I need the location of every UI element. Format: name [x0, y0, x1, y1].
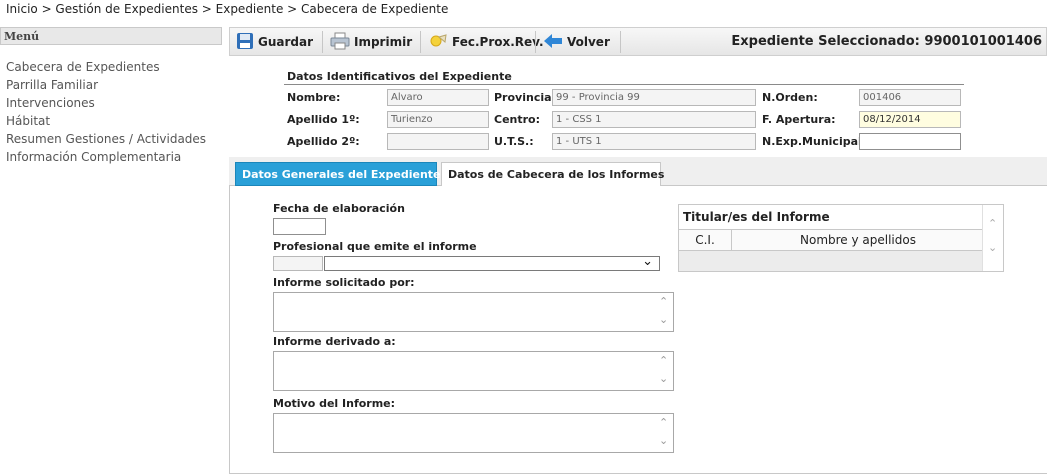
nexp-field[interactable] — [859, 133, 961, 150]
menu-item-habitat[interactable]: Hábitat — [6, 112, 206, 130]
menu-title: Menú — [0, 27, 222, 45]
scroll-down-icon[interactable]: ⌄ — [659, 373, 669, 384]
toolbar-divider — [620, 31, 621, 53]
apellido2-field[interactable] — [387, 133, 489, 150]
fapertura-label: F. Apertura: — [762, 113, 836, 126]
derivado-textarea[interactable]: ⌃ ⌄ — [273, 351, 674, 391]
titulares-title: Titular/es del Informe — [683, 210, 830, 224]
uts-label: U.T.S.: — [494, 135, 534, 148]
fecha-field[interactable] — [273, 218, 326, 235]
scroll-up-icon[interactable]: ⌃ — [988, 217, 997, 230]
centro-field[interactable]: 1 - CSS 1 — [552, 111, 756, 128]
provincia-field[interactable]: 99 - Provincia 99 — [552, 89, 756, 106]
toolbar-divider — [322, 31, 323, 53]
motivo-textarea[interactable]: ⌃ ⌄ — [273, 413, 674, 453]
toolbar: Guardar Imprimir Fec.Prox.Rev. Volver Ex… — [229, 27, 1047, 56]
titulares-header: C.I. Nombre y apellidos — [679, 229, 984, 251]
scroll-down-icon[interactable]: ⌄ — [659, 435, 669, 446]
scroll-up-icon[interactable]: ⌃ — [659, 355, 669, 366]
nombre-field[interactable]: Alvaro — [387, 89, 489, 106]
scroll-up-icon[interactable]: ⌃ — [659, 417, 669, 428]
toolbar-divider — [535, 31, 536, 53]
back-label: Volver — [567, 35, 610, 49]
fapertura-field[interactable]: 08/12/2014 — [859, 111, 961, 128]
menu-list: Cabecera de Expedientes Parrilla Familia… — [6, 58, 206, 166]
profesional-code-field[interactable] — [273, 256, 323, 271]
section-title: Datos Identificativos del Expediente — [287, 70, 512, 83]
sidebar-menu: Menú Cabecera de Expedientes Parrilla Fa… — [0, 27, 224, 474]
breadcrumb: Inicio > Gestión de Expedientes > Expedi… — [6, 2, 449, 16]
menu-item-resumen[interactable]: Resumen Gestiones / Actividades — [6, 130, 206, 148]
derivado-label: Informe derivado a: — [273, 335, 396, 348]
profesional-label: Profesional que emite el informe — [273, 240, 477, 253]
uts-field[interactable]: 1 - UTS 1 — [552, 133, 756, 150]
column-header-nombre[interactable]: Nombre y apellidos — [732, 230, 984, 250]
save-button[interactable]: Guardar — [236, 32, 313, 52]
next-review-button[interactable]: Fec.Prox.Rev. — [428, 32, 544, 52]
back-arrow-icon — [543, 33, 563, 52]
next-review-label: Fec.Prox.Rev. — [452, 35, 544, 49]
apellido1-label: Apellido 1º: — [287, 113, 360, 126]
centro-label: Centro: — [494, 113, 541, 126]
solicitado-label: Informe solicitado por: — [273, 276, 415, 289]
scroll-down-icon[interactable]: ⌄ — [988, 241, 997, 254]
scroll-down-icon[interactable]: ⌄ — [659, 314, 669, 325]
nexp-label: N.Exp.Municipal: — [762, 135, 867, 148]
menu-item-informacion[interactable]: Información Complementaria — [6, 148, 206, 166]
back-button[interactable]: Volver — [543, 32, 610, 52]
menu-item-intervenciones[interactable]: Intervenciones — [6, 94, 206, 112]
chevron-down-icon: ⌄ — [642, 254, 653, 269]
menu-item-cabecera[interactable]: Cabecera de Expedientes — [6, 58, 206, 76]
titulares-body — [679, 251, 984, 271]
fecha-label: Fecha de elaboración — [273, 202, 405, 215]
tab-datos-generales[interactable]: Datos Generales del Expediente — [235, 162, 441, 186]
column-header-ci[interactable]: C.I. — [679, 230, 732, 250]
floppy-disk-icon — [236, 32, 254, 53]
scroll-up-icon[interactable]: ⌃ — [659, 296, 669, 307]
menu-item-parrilla[interactable]: Parrilla Familiar — [6, 76, 206, 94]
print-label: Imprimir — [354, 35, 413, 49]
titulares-scrollbar[interactable]: ⌃ ⌄ — [982, 205, 1003, 271]
motivo-label: Motivo del Informe: — [273, 397, 396, 410]
norden-label: N.Orden: — [762, 91, 818, 104]
apellido1-field[interactable]: Turienzo — [387, 111, 489, 128]
provincia-label: Provincia: — [494, 91, 556, 104]
section-divider — [284, 84, 964, 85]
save-label: Guardar — [258, 35, 314, 49]
toolbar-divider — [420, 31, 421, 53]
solicitado-textarea[interactable]: ⌃ ⌄ — [273, 292, 674, 332]
print-button[interactable]: Imprimir — [330, 32, 412, 52]
selected-expediente: Expediente Seleccionado: 9900101001406 — [731, 34, 1042, 49]
tab-datos-cabecera[interactable]: Datos de Cabecera de los Informes — [441, 162, 664, 186]
titulares-grid: Titular/es del Informe C.I. Nombre y ape… — [678, 204, 1004, 272]
printer-icon — [330, 32, 350, 53]
norden-field[interactable]: 001406 — [859, 89, 961, 106]
tab-bar: Datos Generales del Expediente Datos de … — [229, 157, 1047, 186]
calendar-sun-icon — [428, 32, 448, 53]
apellido2-label: Apellido 2º: — [287, 135, 360, 148]
profesional-select[interactable]: ⌄ — [324, 254, 660, 271]
nombre-label: Nombre: — [287, 91, 341, 104]
